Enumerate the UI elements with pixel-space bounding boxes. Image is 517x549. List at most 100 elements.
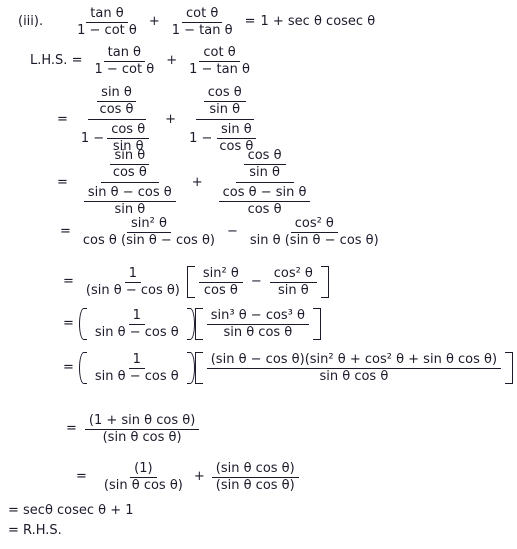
step9-term2-fraction: (sin θ cos θ) (sin θ cos θ): [211, 461, 299, 493]
statement-plus-operator: +: [148, 14, 160, 30]
step1-term1-denominator: 1 − cot θ: [94, 61, 155, 77]
step5-bracket-term2-denominator: sin θ: [277, 282, 309, 298]
step5-factor-fraction: 1 (sin θ − cos θ): [82, 266, 184, 298]
step8-denominator: (sin θ cos θ): [102, 429, 182, 445]
step9-equals-sign: =: [76, 469, 87, 485]
step7-factor-numerator: 1: [128, 352, 145, 369]
step9-term1-denominator: (sin θ cos θ): [103, 477, 183, 493]
statement-equals-sign: =: [244, 14, 256, 30]
step1-term1-numerator: tan θ: [103, 45, 146, 62]
step3-term2-num-inner-fraction: cos θ sin θ: [243, 148, 286, 180]
statement-term1-denominator: 1 − cot θ: [77, 22, 137, 38]
step7-factor-denominator: sin θ − cos θ: [94, 368, 179, 384]
step7-bracket-group: (sin θ − cos θ)(sin² θ + cos² θ + sin θ …: [194, 352, 514, 385]
step9-term2-denominator: (sin θ cos θ): [215, 477, 295, 493]
step3-term2-den-inner-fraction: cos θ − sin θ cos θ: [218, 185, 311, 217]
statement-line: (iii). tan θ 1 − cot θ + cot θ 1 − tan θ…: [18, 6, 375, 38]
step3-term1-den-inner-fraction: sin θ − cos θ sin θ: [83, 185, 176, 217]
step2-term2-den-inner-numerator: sin θ: [217, 122, 256, 139]
step6-bracket-fraction: sin³ θ − cos³ θ sin θ cos θ: [206, 308, 309, 340]
part-label: (iii).: [18, 14, 44, 30]
step3-term2-denominator: cos θ − sin θ cos θ: [211, 183, 319, 219]
step5-bracket-term2-numerator: cos² θ: [269, 266, 317, 283]
step2-term1-num-inner-numerator: sin θ: [97, 85, 136, 102]
step4-term1-numerator: sin² θ: [126, 216, 171, 233]
statement-term1-fraction: tan θ 1 − cot θ: [73, 6, 141, 38]
step2-term1-numerator: sin θ cos θ: [87, 83, 146, 121]
step2-term2-num-inner-denominator: sin θ: [209, 101, 241, 117]
step5-equals-sign: =: [63, 274, 74, 290]
step1-term1-fraction: tan θ 1 − cot θ: [90, 45, 158, 77]
step7-bracket-numerator: (sin θ − cos θ)(sin² θ + cos² θ + sin θ …: [206, 352, 502, 369]
step5-bracket-group: sin² θ cos θ − cos² θ sin θ: [186, 266, 329, 299]
step2-term1-num-inner-fraction: sin θ cos θ: [96, 85, 138, 117]
step2-equals-sign: =: [57, 111, 68, 127]
step7-factor-paren-group: 1 sin θ − cos θ: [78, 352, 195, 385]
step5-line: = 1 (sin θ − cos θ) sin² θ cos θ − cos² …: [63, 266, 329, 299]
step6-factor-denominator: sin θ − cos θ: [94, 324, 179, 340]
step3-term1-num-inner-denominator: cos θ: [112, 164, 147, 180]
step9-line: = (1) (sin θ cos θ) + (sin θ cos θ) (sin…: [76, 461, 302, 493]
step5-bracket-minus-operator: −: [250, 274, 262, 290]
step1-line: L.H.S. = tan θ 1 − cot θ + cot θ 1 − tan…: [30, 45, 257, 77]
step3-term1-denominator: sin θ − cos θ sin θ: [76, 183, 184, 219]
step2-plus-operator: +: [165, 111, 177, 127]
step6-factor-numerator: 1: [128, 308, 145, 325]
step9-term1-numerator: (1): [130, 461, 157, 478]
step7-factor-fraction: 1 sin θ − cos θ: [91, 352, 183, 384]
statement-term2-numerator: cot θ: [182, 6, 223, 23]
step2-term1-num-inner-denominator: cos θ: [99, 101, 134, 117]
step2-term2-num-inner-numerator: cos θ: [203, 85, 246, 102]
step4-line: = sin² θ cos θ (sin θ − cos θ) − cos² θ …: [60, 216, 386, 248]
step9-plus-operator: +: [193, 469, 205, 485]
step6-bracket-numerator: sin³ θ − cos³ θ: [206, 308, 309, 325]
conclusion-line-1: = secθ cosec θ + 1: [8, 503, 134, 518]
step5-factor-numerator: 1: [124, 266, 142, 283]
step4-term2-numerator: cos² θ: [290, 216, 338, 233]
step6-factor-paren-group: 1 sin θ − cos θ: [78, 308, 195, 341]
step9-term2-numerator: (sin θ cos θ): [211, 461, 299, 478]
step3-term1-fraction: sin θ cos θ sin θ − cos θ sin θ: [76, 146, 184, 220]
step3-line: = sin θ cos θ sin θ − cos θ sin θ + cos …: [57, 146, 321, 220]
step6-equals-sign: =: [63, 316, 74, 332]
step2-term2-num-inner-fraction: cos θ sin θ: [203, 85, 246, 117]
step3-term2-fraction: cos θ sin θ cos θ − sin θ cos θ: [211, 146, 319, 220]
step3-term2-numerator: cos θ sin θ: [235, 146, 294, 184]
step6-bracket-denominator: sin θ cos θ: [223, 324, 293, 340]
step3-term1-den-inner-numerator: sin θ − cos θ: [83, 185, 176, 202]
step8-fraction: (1 + sin θ cos θ) (sin θ cos θ): [84, 413, 200, 445]
statement-right-hand-side: 1 + sec θ cosec θ: [260, 14, 376, 30]
step3-term1-numerator: sin θ cos θ: [100, 146, 159, 184]
step4-equals-sign: =: [60, 224, 71, 240]
step5-bracket-term1-denominator: cos θ: [203, 282, 238, 298]
step4-term1-fraction: sin² θ cos θ (sin θ − cos θ): [79, 216, 219, 248]
step7-bracket-denominator: sin θ cos θ: [319, 368, 389, 384]
step1-term2-fraction: cot θ 1 − tan θ: [185, 45, 254, 77]
conclusion-line-2: = R.H.S.: [8, 523, 62, 538]
step1-plus-operator: +: [166, 53, 178, 69]
step2-term2-den-lead: 1 −: [189, 130, 213, 146]
step1-term2-denominator: 1 − tan θ: [189, 61, 250, 77]
step4-minus-operator: −: [226, 224, 238, 240]
step8-equals-sign: =: [66, 421, 77, 437]
step6-factor-fraction: 1 sin θ − cos θ: [91, 308, 183, 340]
lhs-label: L.H.S. =: [30, 53, 83, 69]
step3-term2-den-inner-numerator: cos θ − sin θ: [218, 185, 311, 202]
step5-bracket-term1-numerator: sin² θ: [198, 266, 243, 283]
step7-equals-sign: =: [63, 360, 74, 376]
step3-term1-num-inner-numerator: sin θ: [110, 148, 150, 165]
step5-bracket-term1-fraction: sin² θ cos θ: [198, 266, 243, 298]
step3-term2-num-inner-denominator: sin θ: [249, 164, 280, 180]
step2-term1-den-lead: 1 −: [80, 130, 105, 146]
step5-factor-denominator: (sin θ − cos θ): [85, 282, 180, 298]
step7-bracket-fraction: (sin θ − cos θ)(sin² θ + cos² θ + sin θ …: [206, 352, 502, 384]
step4-term2-fraction: cos² θ sin θ (sin θ − cos θ): [246, 216, 383, 248]
step4-term1-denominator: cos θ (sin θ − cos θ): [82, 232, 215, 248]
step4-term2-denominator: sin θ (sin θ − cos θ): [249, 232, 379, 248]
step6-bracket-group: sin³ θ − cos³ θ sin θ cos θ: [194, 308, 322, 341]
step8-numerator: (1 + sin θ cos θ): [84, 413, 200, 430]
statement-term2-fraction: cot θ 1 − tan θ: [168, 6, 237, 38]
step8-line: = (1 + sin θ cos θ) (sin θ cos θ): [66, 413, 202, 445]
step3-plus-operator: +: [191, 174, 203, 190]
step1-term2-numerator: cot θ: [199, 45, 240, 62]
